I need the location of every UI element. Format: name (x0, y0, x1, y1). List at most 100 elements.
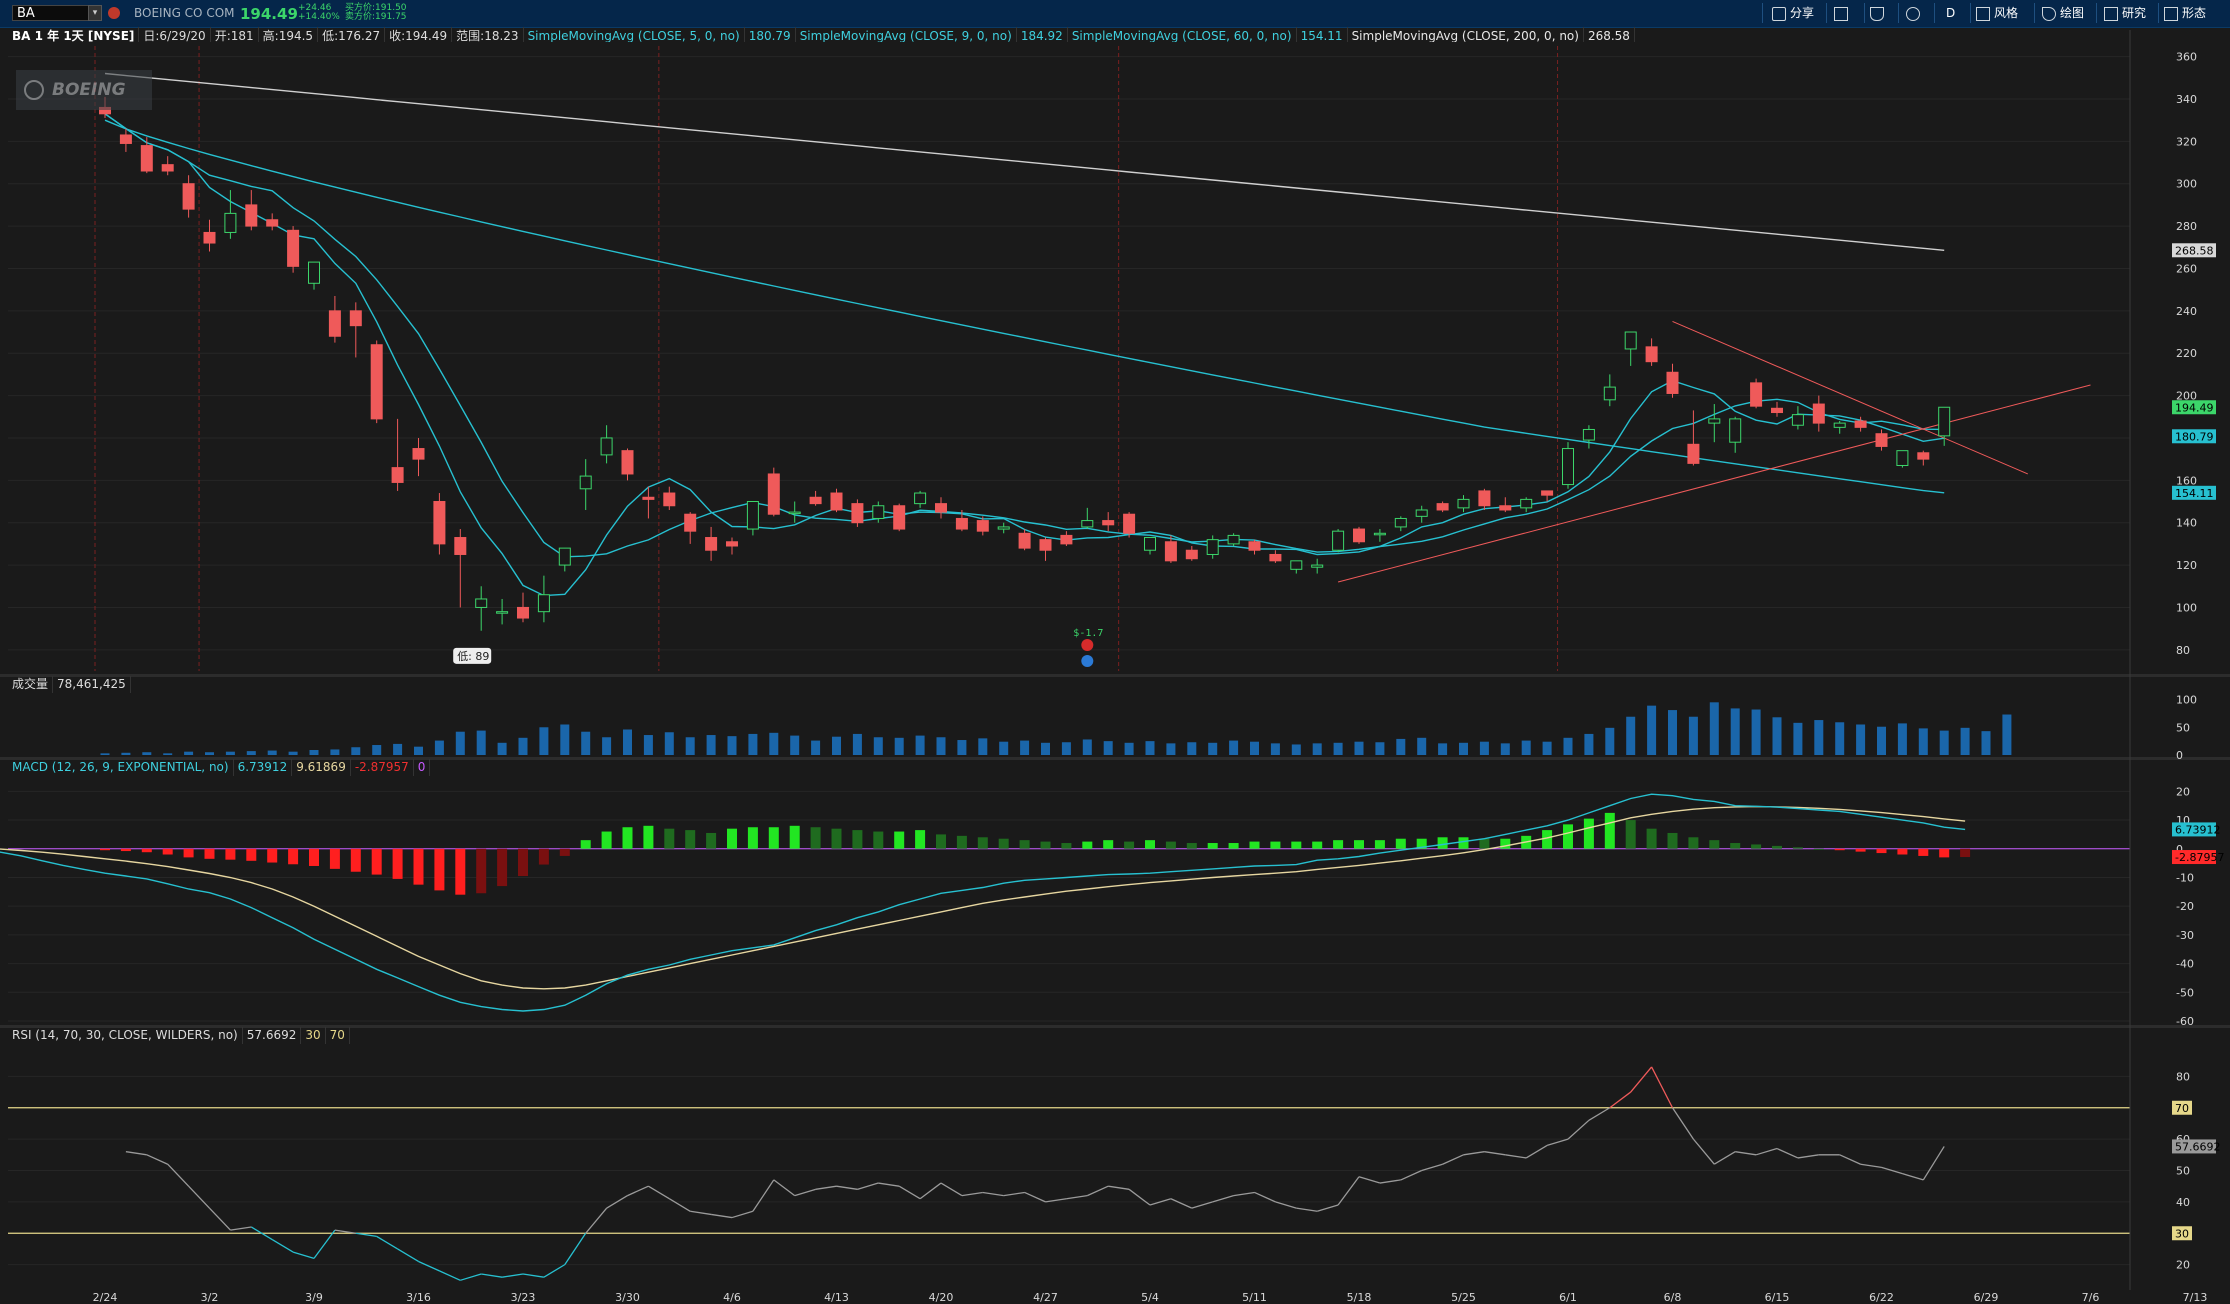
candle-body (1666, 371, 1679, 394)
macd-histogram-bar (1583, 818, 1594, 849)
macd-histogram-bar (183, 848, 194, 858)
candle-body (1478, 490, 1491, 507)
volume-axis-label: 100 (2176, 694, 2197, 707)
candle-body (517, 606, 529, 619)
rsi-label[interactable]: RSI (14, 70, 30, CLOSE, WILDERS, no) (8, 1027, 243, 1044)
candle-body (1394, 517, 1407, 528)
macd-pane[interactable] (8, 773, 2130, 1025)
candle-body (1102, 520, 1115, 526)
candle[interactable] (851, 499, 864, 527)
candle-body (1791, 414, 1804, 426)
macd-histogram-bar (1228, 843, 1239, 849)
macd-histogram-bar (1792, 847, 1803, 849)
macd-histogram-bar (789, 825, 800, 849)
macd-histogram-bar (998, 838, 1009, 849)
macd-histogram-bar (476, 848, 487, 894)
dividend-icon[interactable] (1081, 655, 1094, 667)
candle-body (600, 437, 613, 456)
x-axis-label: 4/27 (1033, 1291, 1058, 1304)
volume-bar (1291, 744, 1301, 755)
candle-body (1081, 520, 1094, 528)
candle[interactable] (370, 340, 383, 424)
macd-histogram-bar (1186, 843, 1197, 849)
volume-bar (1061, 742, 1071, 755)
macd-histogram-bar (1333, 840, 1344, 849)
candle-body (287, 229, 300, 267)
macd-histogram-bar (288, 848, 299, 865)
candle-body (746, 501, 759, 530)
volume-bar (1479, 741, 1489, 755)
candle-body (1896, 450, 1909, 466)
macd-histogram-bar (1124, 841, 1135, 849)
candle-body (684, 513, 697, 532)
candle-body (1875, 433, 1888, 447)
chart-canvas[interactable]: 低: 89$-1.7BOEING801001201401601802002202… (0, 0, 2230, 1304)
candle-body (454, 537, 467, 555)
volume-bar (1626, 716, 1636, 755)
volume-bar (267, 750, 277, 755)
candle[interactable] (1750, 378, 1763, 409)
candle-body (955, 517, 968, 530)
volume-bar (1542, 741, 1552, 755)
candle-body (1039, 539, 1052, 551)
macd-histogram-bar (936, 834, 946, 849)
macd-histogram-bar (225, 848, 236, 860)
macd-histogram-bar (267, 848, 278, 863)
pane-separator[interactable] (0, 674, 2230, 677)
candle[interactable] (1332, 529, 1345, 553)
candle[interactable] (1123, 512, 1136, 538)
candle[interactable] (767, 467, 780, 517)
macd-histogram-bar (455, 848, 466, 895)
macd-histogram-bar (831, 828, 842, 849)
macd-axis-label: -20 (2176, 900, 2194, 913)
macd-tag-value: 6.73912 (2175, 823, 2221, 836)
macd-histogram-bar (1897, 848, 1908, 855)
candle[interactable] (893, 503, 906, 532)
candle[interactable] (1353, 526, 1365, 544)
macd-histogram-bar (1709, 840, 1720, 849)
macd-histogram-bar (1354, 840, 1364, 849)
earnings-icon[interactable] (1081, 639, 1094, 651)
macd-histogram-bar (497, 848, 508, 887)
macd-axis-label: -40 (2176, 958, 2194, 971)
macd-label[interactable]: MACD (12, 26, 9, EXPONENTIAL, no) (8, 759, 234, 776)
candle-body (726, 541, 738, 547)
macd-zero: 0 (414, 759, 431, 776)
rsi-value: 57.6692 (243, 1027, 302, 1044)
macd-histogram-bar (956, 835, 967, 849)
volume-bar (581, 731, 591, 755)
candle[interactable] (1562, 442, 1574, 489)
macd-histogram-bar (664, 828, 675, 849)
macd-axis-label: -30 (2176, 929, 2194, 942)
volume-bar (1208, 742, 1218, 755)
candle[interactable] (1896, 450, 1909, 468)
candle[interactable] (1227, 533, 1240, 546)
volume-label[interactable]: 成交量 (8, 676, 54, 693)
volume-bar (497, 742, 507, 755)
candle-body (1624, 331, 1637, 350)
candle-body (1123, 513, 1136, 534)
macd-histogram-bar (601, 831, 612, 849)
volume-bar (1438, 743, 1448, 755)
volume-bar (330, 749, 340, 755)
macd-histogram-bar (1876, 848, 1887, 854)
rsi-tag-value: 57.6692 (2175, 1140, 2221, 1153)
candle-body (245, 204, 258, 227)
macd-histogram-bar (350, 848, 361, 872)
low-marker-label: 低: 89 (457, 650, 489, 663)
price-axis-label: 260 (2176, 262, 2197, 275)
candle-body (1290, 560, 1303, 570)
macd-value: 6.73912 (234, 759, 293, 776)
price-pane[interactable] (8, 42, 2130, 675)
macd-histogram-bar (1040, 841, 1051, 849)
volume-bar (1605, 727, 1615, 755)
candle-body (1144, 537, 1156, 551)
candle-body (1582, 428, 1595, 441)
macd-histogram-bar (246, 848, 257, 861)
candle[interactable] (287, 226, 300, 273)
candle-body (391, 467, 404, 483)
candle-body (1917, 452, 1930, 460)
volume-value: 78,461,425 (53, 676, 131, 693)
x-axis-label: 3/9 (305, 1291, 323, 1304)
volume-bar (225, 751, 235, 755)
